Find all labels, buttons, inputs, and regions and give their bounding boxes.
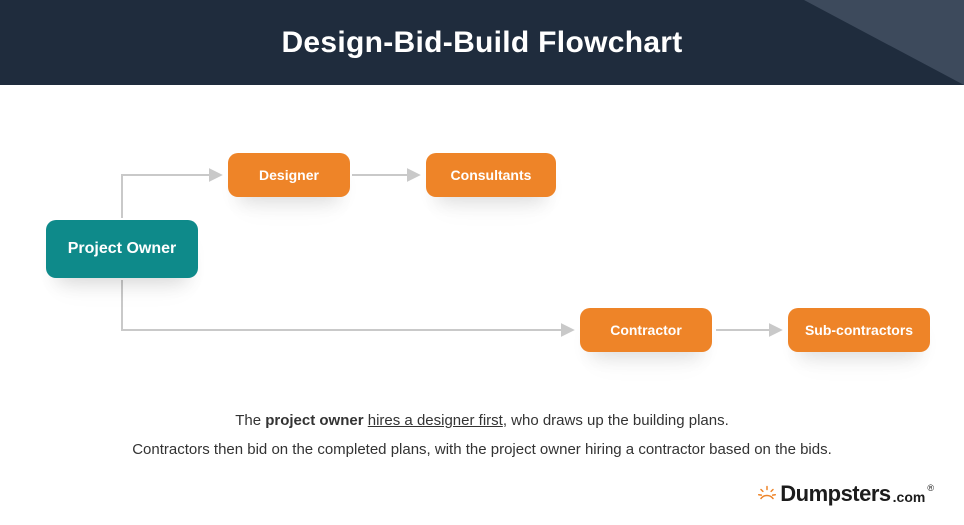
node-consultants: Consultants [426, 153, 556, 197]
caption-underline: hires a designer first [368, 412, 503, 429]
brand-logo: Dumpsters .com ® [758, 481, 934, 507]
logo-brand-text: Dumpsters [780, 481, 890, 507]
header-bar: Design-Bid-Build Flowchart [0, 0, 964, 85]
logo-tld: .com [893, 489, 926, 505]
caption-text: , who draws up the building plans. [503, 412, 729, 429]
node-subcontractors: Sub-contractors [788, 308, 930, 352]
flowchart-canvas: Project Owner Designer Consultants Contr… [0, 85, 964, 405]
node-project-owner: Project Owner [46, 220, 198, 278]
caption-bold: project owner [265, 412, 363, 429]
node-contractor: Contractor [580, 308, 712, 352]
node-designer: Designer [228, 153, 350, 197]
node-label: Contractor [610, 322, 682, 338]
caption-block: The project owner hires a designer first… [0, 407, 964, 464]
logo-registered: ® [927, 483, 934, 493]
node-label: Designer [259, 167, 319, 183]
caption-line-1: The project owner hires a designer first… [0, 407, 964, 436]
node-label: Sub-contractors [805, 322, 913, 338]
logo-sun-icon [758, 485, 776, 503]
node-label: Consultants [451, 167, 532, 183]
node-label: Project Owner [68, 240, 176, 258]
page-title: Design-Bid-Build Flowchart [281, 26, 682, 60]
caption-line-2: Contractors then bid on the completed pl… [0, 436, 964, 465]
caption-text: The [235, 412, 265, 429]
